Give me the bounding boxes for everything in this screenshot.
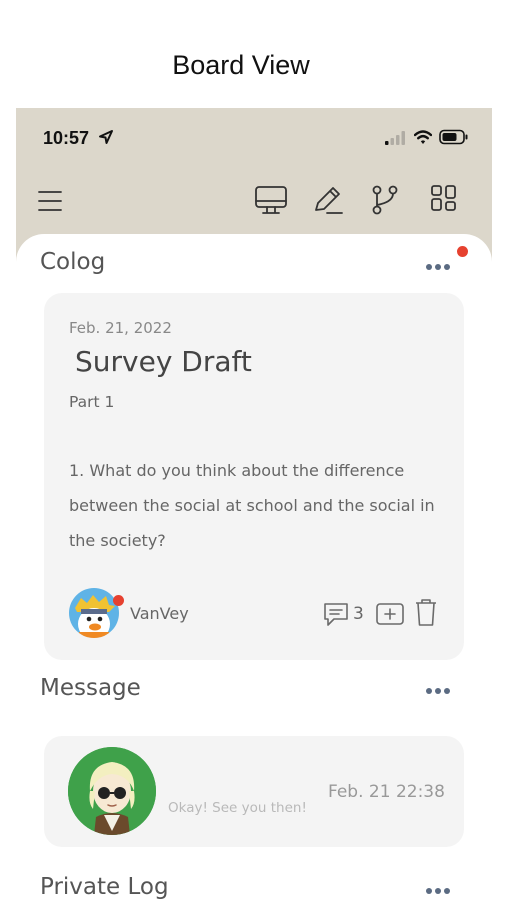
more-dot — [444, 264, 450, 270]
more-dot — [435, 688, 441, 694]
menu-icon[interactable] — [38, 190, 62, 212]
message-more-button[interactable] — [426, 685, 454, 695]
more-dot — [426, 688, 432, 694]
location-arrow-icon — [99, 130, 113, 144]
more-dot — [444, 888, 450, 894]
page-title: Board View — [172, 50, 310, 80]
message-section-title: Message — [40, 675, 141, 701]
comment-count: 3 — [353, 604, 364, 624]
card-body: 1. What do you think about the differenc… — [69, 461, 435, 550]
colog-more-button[interactable] — [426, 261, 454, 271]
more-dot — [435, 888, 441, 894]
branch-icon[interactable] — [370, 184, 400, 216]
private-log-section-title: Private Log — [40, 874, 169, 900]
message-preview: Okay! See you then! — [168, 800, 307, 816]
pencil-icon[interactable] — [312, 184, 344, 216]
comment-icon[interactable] — [322, 600, 350, 628]
toolbar — [16, 168, 492, 234]
colog-card[interactable]: Feb. 21, 2022 Survey Draft Part 1 1. Wha… — [44, 293, 464, 660]
monitor-icon[interactable] — [254, 184, 288, 216]
phone-screen: 10:57 Colog Feb. 21, 2022 Survey Draft P… — [16, 108, 492, 900]
colog-section-title: Colog — [40, 249, 106, 275]
grid-icon[interactable] — [430, 184, 458, 212]
card-subtitle: Part 1 — [69, 393, 115, 411]
card-title: Survey Draft — [75, 345, 252, 378]
message-card[interactable]: Okay! See you then! Feb. 21 22:38 — [44, 736, 464, 847]
wifi-icon — [414, 130, 432, 144]
more-dot — [426, 264, 432, 270]
duck-avatar-image — [69, 588, 119, 638]
trash-icon[interactable] — [414, 597, 438, 627]
author-avatar[interactable] — [69, 588, 119, 638]
battery-icon — [439, 129, 468, 145]
message-avatar[interactable] — [68, 747, 156, 835]
cellular-signal-icon — [385, 131, 405, 145]
private-log-more-button[interactable] — [426, 885, 454, 895]
more-dot — [426, 888, 432, 894]
more-dot — [444, 688, 450, 694]
more-dot — [435, 264, 441, 270]
add-to-folder-icon[interactable] — [375, 601, 405, 627]
message-time: Feb. 21 22:38 — [328, 782, 445, 802]
status-time: 10:57 — [43, 128, 90, 148]
card-date: Feb. 21, 2022 — [69, 319, 172, 337]
character-avatar-image — [68, 747, 156, 835]
colog-notification-dot — [457, 246, 468, 257]
author-online-dot — [113, 595, 124, 606]
content-panel: Colog Feb. 21, 2022 Survey Draft Part 1 … — [16, 234, 492, 900]
status-bar: 10:57 — [16, 108, 492, 168]
author-name: VanVey — [130, 604, 189, 623]
